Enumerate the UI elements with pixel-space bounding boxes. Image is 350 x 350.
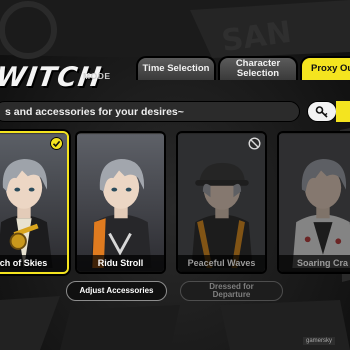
game-screen: SAN WITCH MODE Time Selection Character … [0, 0, 350, 350]
outfit-card-3[interactable]: Peaceful Waves [176, 131, 267, 274]
tab-character-selection[interactable]: Character Selection [218, 56, 298, 80]
mode-title-suffix: MODE [83, 71, 111, 81]
subtitle-text: s and accessories for your desires~ [5, 106, 184, 118]
outfit-card-2[interactable]: Ridu Stroll [75, 131, 166, 274]
outfit-card-1[interactable]: ch of Skies [0, 131, 69, 274]
button-label: Adjust Accessories [79, 285, 154, 295]
key-icon [315, 105, 328, 118]
button-label: Dressed for Departure [209, 281, 254, 299]
subtitle-bar: s and accessories for your desires~ [0, 101, 300, 122]
tab-label: Time Selection [142, 63, 210, 74]
character-portrait [77, 134, 164, 271]
outfit-name: Soaring Cra [279, 255, 350, 272]
accent-strip [336, 101, 350, 122]
watermark: gamersky [303, 337, 336, 345]
check-icon [50, 137, 63, 150]
tab-label: Character Selection [235, 58, 281, 79]
tab-time-selection[interactable]: Time Selection [136, 56, 216, 80]
outfit-name: Ridu Stroll [77, 255, 164, 272]
locked-overlay [178, 133, 265, 272]
outfit-card-4[interactable]: Soaring Cra [277, 131, 350, 274]
filter-button[interactable] [307, 101, 337, 122]
prohibited-icon [248, 137, 261, 150]
tab-label: Proxy Ou [311, 63, 350, 74]
mode-title: WITCH MODE [0, 62, 146, 96]
adjust-accessories-button[interactable]: Adjust Accessories [66, 281, 167, 301]
outfit-name: ch of Skies [0, 255, 67, 272]
tab-proxy-outfit[interactable]: Proxy Ou [300, 56, 350, 80]
dressed-for-departure-button[interactable]: Dressed for Departure [180, 281, 283, 301]
locked-overlay [279, 133, 350, 272]
outfit-name: Peaceful Waves [178, 255, 265, 272]
character-portrait [0, 134, 67, 271]
